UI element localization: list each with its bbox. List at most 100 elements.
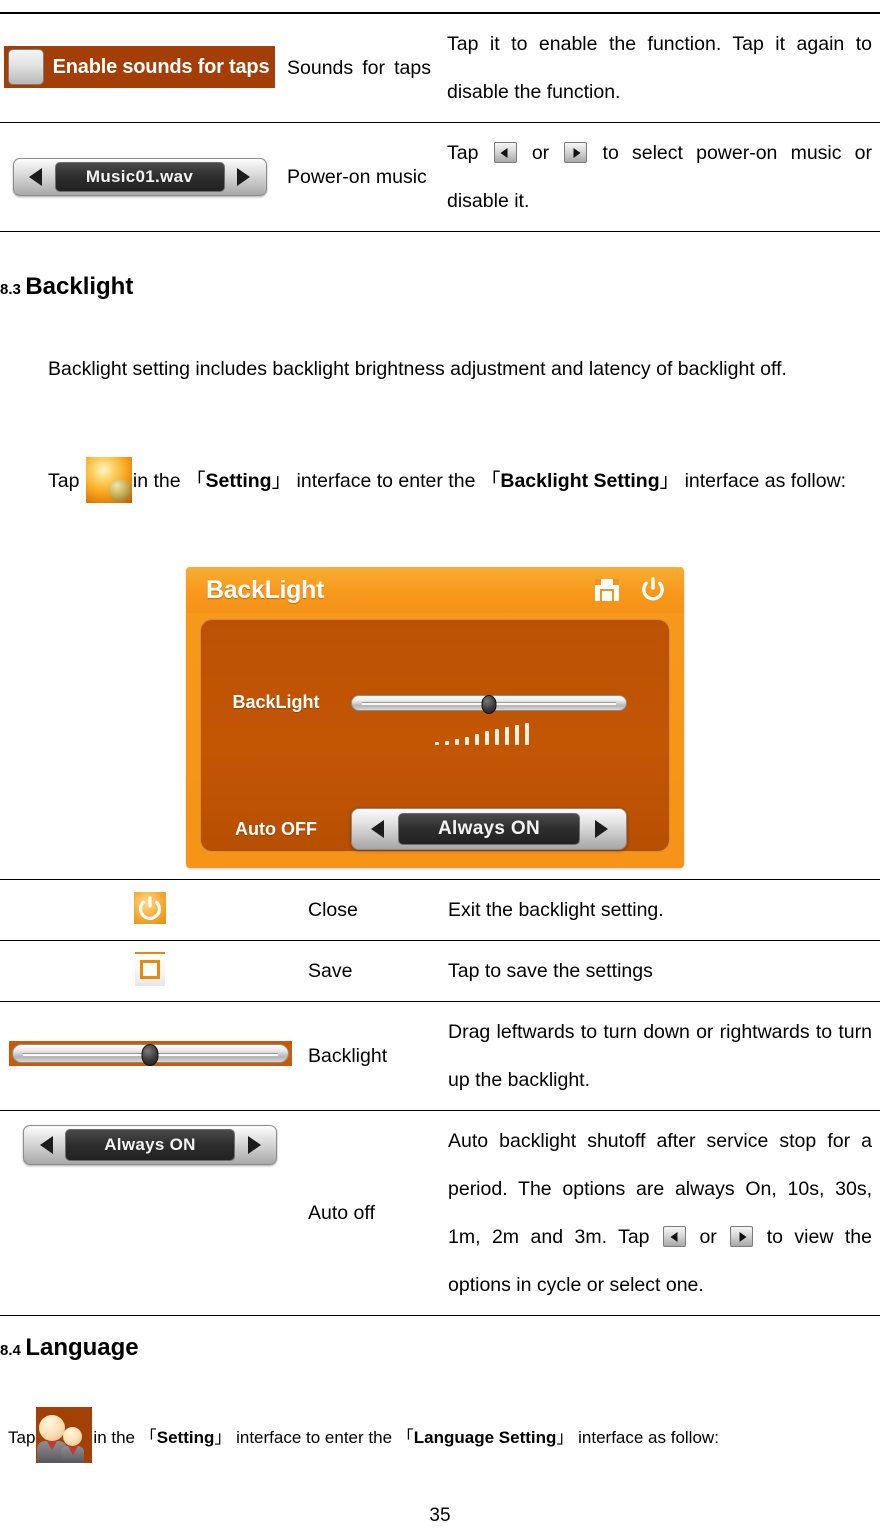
close-desc-cell: Exit the backlight setting.	[440, 879, 880, 941]
screenshot-autooff-label: Auto OFF	[235, 818, 317, 839]
slider-track[interactable]	[351, 694, 627, 714]
autooff-description: Auto backlight shutoff after service sto…	[440, 1111, 880, 1315]
power-on-music-name-cell: Power-on music	[279, 122, 439, 232]
screenshot-autooff-spinner[interactable]: Always ON	[351, 808, 627, 850]
section-8-4-title: Language	[25, 1334, 139, 1361]
backlight-device-window: BackLight BackLight Auto OFF Always ON	[186, 567, 684, 868]
language-setting-keyword: Language Setting	[413, 1428, 557, 1447]
floppy-save-icon[interactable]	[592, 575, 622, 605]
screenshot-backlight-row: BackLight	[201, 692, 669, 745]
close-name-cell: Close	[300, 879, 440, 941]
in-the-word: in the	[93, 1428, 136, 1447]
language-enter-paragraph: Tap in the 「Setting」 interface to enter …	[8, 1407, 872, 1463]
setting-keyword: Setting	[205, 470, 272, 492]
sound-settings-table: Enable sounds for taps Sounds for taps T…	[0, 13, 880, 232]
follow-phrase: interface as follow:	[578, 1428, 719, 1447]
spinner-next-arrow-icon[interactable]	[225, 162, 263, 192]
brightness-tick-marks	[351, 722, 529, 745]
table-row: Enable sounds for taps Sounds for taps T…	[0, 13, 880, 123]
screenshot-backlight-slider[interactable]	[351, 694, 627, 745]
spinner-next-arrow-icon[interactable]	[580, 813, 622, 845]
power-on-music-desc-cell: Tap or to select power-on music or disab…	[439, 122, 880, 232]
interface-phrase: interface to enter the	[236, 1428, 393, 1447]
sounds-for-taps-desc-cell: Tap it to enable the function. Tap it ag…	[439, 13, 880, 123]
spinner-prev-arrow-icon[interactable]	[356, 813, 398, 845]
table-row: Close Exit the backlight setting.	[0, 879, 880, 941]
power-on-music-value: Music01.wav	[54, 162, 225, 192]
backlight-setting-keyword: Backlight Setting	[500, 470, 660, 492]
desc-mid: or	[699, 1226, 717, 1248]
close-name: Close	[308, 899, 358, 921]
backlight-description: Drag leftwards to turn down or rightward…	[448, 1021, 872, 1091]
autooff-widget-cell: Always ON	[0, 1110, 300, 1316]
screenshot-title: BackLight	[206, 575, 325, 604]
bracket-close-2: 」	[659, 470, 680, 492]
save-name: Save	[308, 960, 353, 982]
follow-phrase: interface as follow:	[684, 470, 847, 492]
people-language-icon	[36, 1407, 93, 1463]
table-row: Music01.wav Power-on music Tap or to sel…	[0, 122, 880, 232]
sounds-for-taps-name-cell: Sounds for taps	[279, 13, 439, 123]
autooff-name: Auto off	[308, 1202, 375, 1224]
backlight-name-cell: Backlight	[300, 1001, 440, 1111]
screenshot-panel: BackLight Auto OFF Always ON	[200, 619, 670, 852]
interface-phrase: interface to enter the	[296, 470, 476, 492]
checkbox-icon[interactable]	[7, 49, 44, 85]
sounds-for-taps-name: Sounds for taps	[287, 57, 431, 79]
autooff-desc-cell: Auto backlight shutoff after service sto…	[440, 1110, 880, 1316]
page-number: 35	[429, 1505, 451, 1526]
tap-word: Tap	[48, 470, 80, 492]
section-8-4-heading: 8.4 Language	[0, 1333, 880, 1363]
tap-word: Tap	[8, 1428, 36, 1447]
save-description: Tap to save the settings	[448, 960, 653, 982]
power-on-music-description: Tap or to select power-on music or disab…	[439, 123, 880, 231]
section-8-3-heading: 8.3 Backlight	[0, 272, 880, 302]
bracket-open-2: 「	[396, 1428, 414, 1447]
backlight-desc-cell: Drag leftwards to turn down or rightward…	[440, 1001, 880, 1111]
slider-knob[interactable]	[141, 1044, 159, 1066]
backlight-slider-widget[interactable]	[8, 1041, 292, 1066]
screenshot-backlight-label: BackLight	[232, 692, 320, 712]
left-arrow-icon	[663, 1226, 686, 1247]
language-paragraph: Tap in the 「Setting」 interface to enter …	[8, 1407, 872, 1463]
desc-prefix: Tap	[447, 142, 479, 164]
bracket-open-2: 「	[480, 470, 501, 492]
section-8-4-number: 8.4	[0, 1342, 21, 1359]
power-close-icon[interactable]	[638, 575, 668, 605]
in-the-word: in the	[132, 470, 181, 492]
backlight-intro-paragraph: Backlight setting includes backlight bri…	[8, 345, 872, 393]
slider-knob[interactable]	[481, 694, 497, 714]
screenshot-autooff-row: Auto OFF Always ON	[201, 808, 669, 850]
bracket-close-2: 」	[556, 1428, 574, 1447]
floppy-save-icon[interactable]	[135, 951, 165, 986]
desc-mid: or	[531, 142, 550, 164]
bracket-open: 「	[139, 1428, 157, 1447]
left-arrow-icon	[493, 142, 517, 163]
spinner-prev-arrow-icon[interactable]	[17, 162, 55, 192]
close-description: Exit the backlight setting.	[448, 899, 664, 921]
sounds-for-taps-description: Tap it to enable the function. Tap it ag…	[447, 33, 872, 103]
backlight-paragraph-1: Backlight setting includes backlight bri…	[48, 358, 787, 380]
save-desc-cell: Tap to save the settings	[440, 940, 880, 1002]
bracket-open: 「	[186, 470, 206, 492]
power-close-icon[interactable]	[134, 891, 166, 924]
table-row: Backlight Drag leftwards to turn down or…	[0, 1001, 880, 1111]
power-on-music-name: Power-on music	[287, 166, 427, 188]
backlight-slider-widget-cell	[0, 1001, 300, 1111]
power-on-music-spinner[interactable]: Music01.wav	[12, 158, 267, 196]
enable-sounds-checkbox-widget[interactable]: Enable sounds for taps	[3, 46, 276, 88]
spinner-prev-arrow-icon[interactable]	[27, 1129, 65, 1161]
document-page: Enable sounds for taps Sounds for taps T…	[0, 0, 880, 1533]
slider-track[interactable]	[11, 1044, 289, 1066]
table-row: Save Tap to save the settings	[0, 940, 880, 1002]
power-on-music-widget-cell: Music01.wav	[0, 122, 279, 232]
autooff-spinner-widget[interactable]: Always ON	[23, 1125, 277, 1165]
right-arrow-icon	[730, 1226, 754, 1247]
table-row: Always ON Auto off Auto backlight shutof…	[0, 1110, 880, 1316]
spinner-next-arrow-icon[interactable]	[235, 1129, 273, 1161]
right-arrow-icon	[564, 142, 588, 163]
backlight-enter-paragraph: Tap in the 「Setting」 interface to enter …	[8, 457, 872, 505]
screenshot-title-bar: BackLight	[186, 567, 684, 613]
autooff-name-cell: Auto off	[300, 1110, 440, 1316]
sound-settings-table-wrap: Enable sounds for taps Sounds for taps T…	[0, 13, 880, 232]
